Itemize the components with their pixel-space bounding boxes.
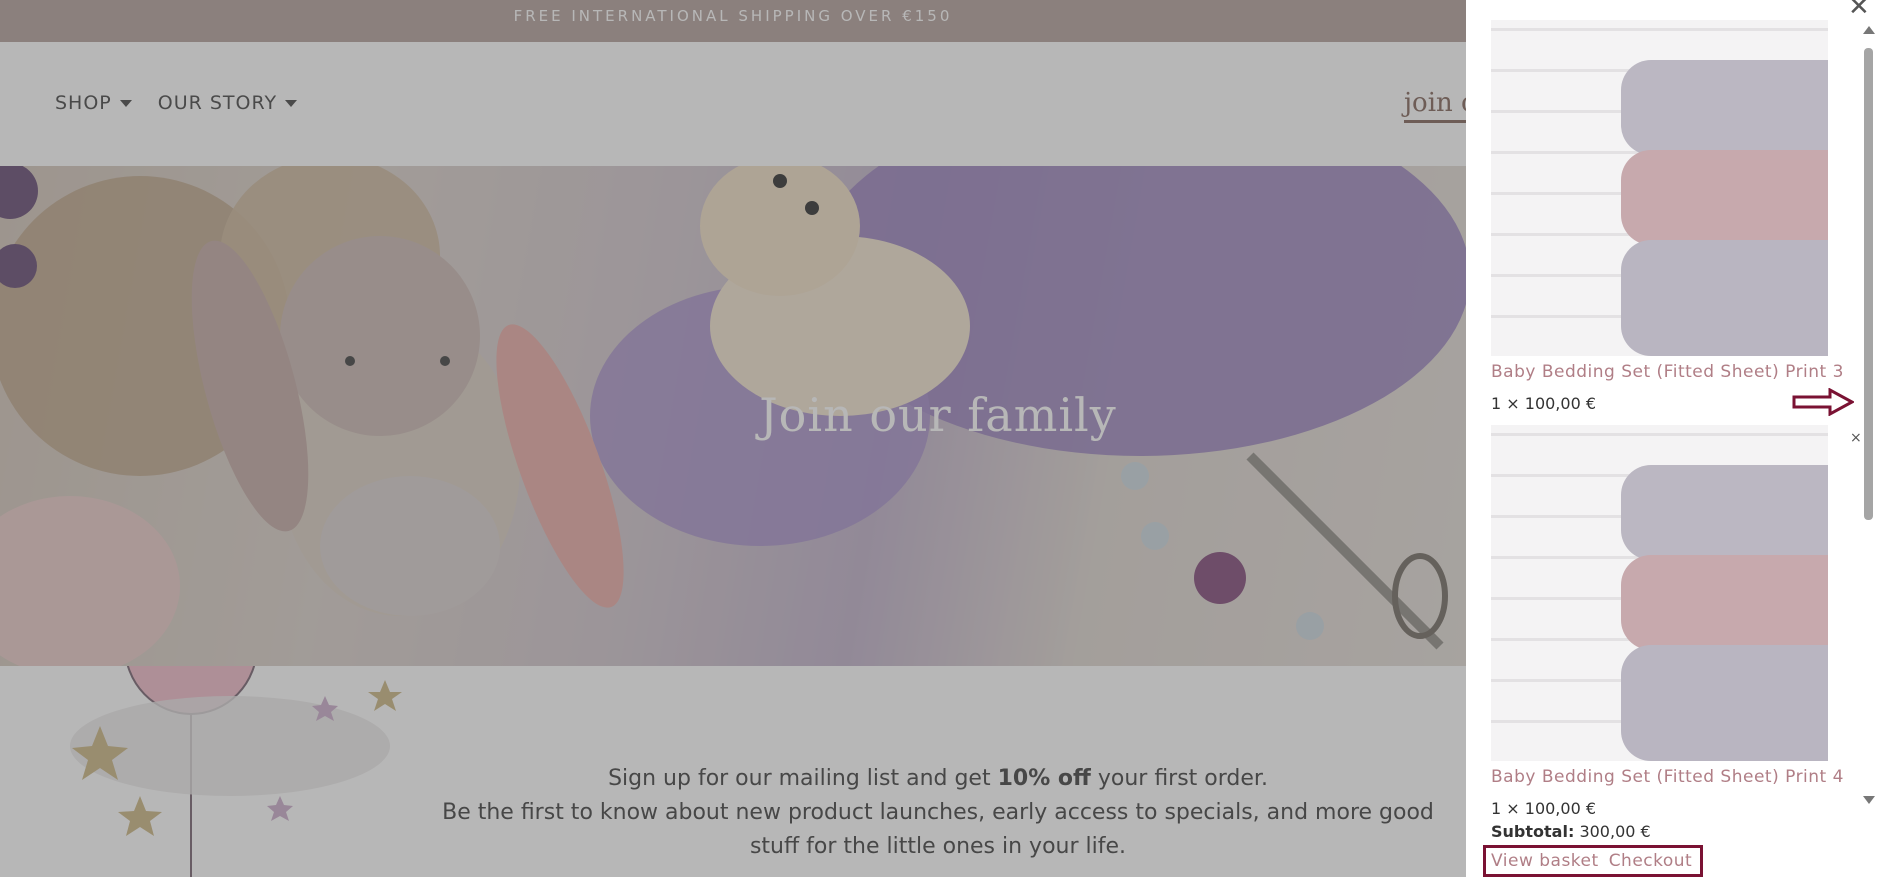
product-thumbnail[interactable] xyxy=(1491,20,1828,356)
remove-item-icon[interactable]: × xyxy=(1850,430,1862,446)
product-quantity-price: 1 × 100,00 € xyxy=(1491,394,1597,413)
cart-actions: View basket Checkout xyxy=(1483,845,1703,877)
page-background: FREE INTERNATIONAL SHIPPING OVER €150 SH… xyxy=(0,0,1466,877)
arrow-right-icon xyxy=(1792,388,1854,416)
subtotal-value: 300,00 € xyxy=(1579,822,1651,841)
product-name[interactable]: Baby Bedding Set (Fitted Sheet) Print 4 xyxy=(1491,767,1844,787)
view-basket-button[interactable]: View basket xyxy=(1491,851,1599,871)
product-thumbnail[interactable] xyxy=(1491,425,1828,761)
cart-item: Baby Bedding Set (Fitted Sheet) Print 4 … xyxy=(1491,425,1844,818)
close-icon[interactable]: ✕ xyxy=(1848,0,1870,20)
overlay-backdrop[interactable] xyxy=(0,0,1466,877)
scrollbar-thumb[interactable] xyxy=(1864,48,1873,520)
cart-subtotal: Subtotal: 300,00 € xyxy=(1491,822,1651,841)
checkout-button[interactable]: Checkout xyxy=(1609,851,1693,871)
product-name[interactable]: Baby Bedding Set (Fitted Sheet) Print 3 xyxy=(1491,362,1844,382)
scroll-down-arrow[interactable] xyxy=(1863,796,1875,804)
cart-item: Baby Bedding Set (Fitted Sheet) Print 3 … xyxy=(1491,20,1844,413)
subtotal-label: Subtotal: xyxy=(1491,822,1575,841)
scroll-up-arrow[interactable] xyxy=(1863,26,1875,34)
product-quantity-price: 1 × 100,00 € xyxy=(1491,799,1597,818)
